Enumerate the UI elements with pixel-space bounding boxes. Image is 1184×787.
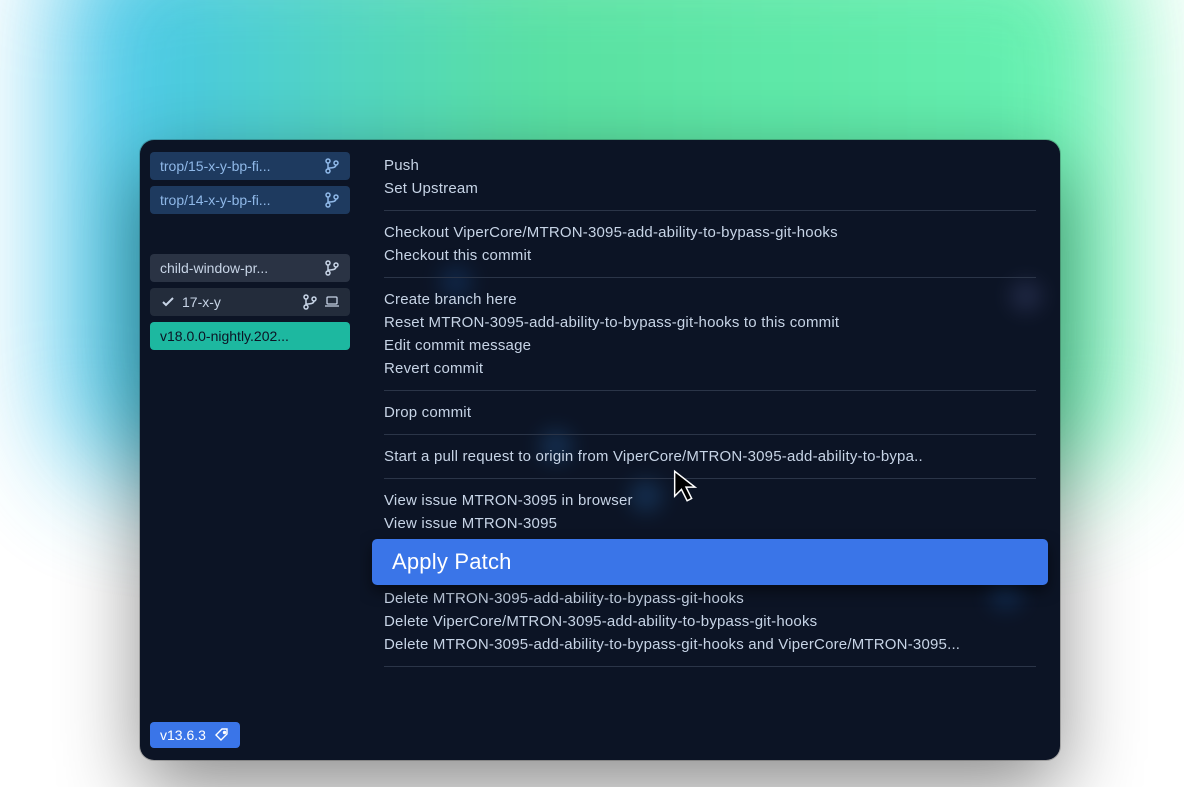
- menu-item-revert[interactable]: Revert commit: [360, 357, 1060, 380]
- menu-separator: [384, 277, 1036, 278]
- menu-item-apply-patch[interactable]: Apply Patch: [372, 539, 1048, 585]
- menu-item-create-branch[interactable]: Create branch here: [360, 288, 1060, 311]
- menu-item-delete-local[interactable]: Delete MTRON-3095-add-ability-to-bypass-…: [360, 587, 1060, 610]
- tag-icon: [214, 727, 230, 743]
- branch-badge-tag[interactable]: v18.0.0-nightly.202...: [150, 322, 350, 350]
- branch-label: child-window-pr...: [160, 260, 318, 276]
- menu-separator: [384, 390, 1036, 391]
- laptop-icon: [324, 294, 340, 310]
- branch-label: trop/14-x-y-bp-fi...: [160, 192, 318, 208]
- menu-item-delete-remote[interactable]: Delete ViperCore/MTRON-3095-add-ability-…: [360, 610, 1060, 633]
- branch-badge[interactable]: trop/14-x-y-bp-fi...: [150, 186, 350, 214]
- branch-label: trop/15-x-y-bp-fi...: [160, 158, 318, 174]
- menu-item-delete-both[interactable]: Delete MTRON-3095-add-ability-to-bypass-…: [360, 633, 1060, 656]
- version-label: v13.6.3: [160, 727, 206, 743]
- git-branch-icon: [324, 260, 340, 276]
- menu-item-checkout-remote[interactable]: Checkout ViperCore/MTRON-3095-add-abilit…: [360, 221, 1060, 244]
- branch-badge[interactable]: trop/15-x-y-bp-fi...: [150, 152, 350, 180]
- menu-item-push[interactable]: Push: [360, 154, 1060, 177]
- menu-item-set-upstream[interactable]: Set Upstream: [360, 177, 1060, 200]
- menu-item-drop-commit[interactable]: Drop commit: [360, 401, 1060, 424]
- menu-separator: [384, 434, 1036, 435]
- menu-separator: [384, 666, 1036, 667]
- menu-item-start-pr[interactable]: Start a pull request to origin from Vipe…: [360, 445, 1060, 468]
- check-icon: [160, 294, 176, 310]
- git-branch-icon: [324, 192, 340, 208]
- spacer: [150, 220, 350, 248]
- app-window: trop/15-x-y-bp-fi... trop/14-x-y-bp-fi..…: [140, 140, 1060, 760]
- menu-item-reset[interactable]: Reset MTRON-3095-add-ability-to-bypass-g…: [360, 311, 1060, 334]
- sidebar: trop/15-x-y-bp-fi... trop/14-x-y-bp-fi..…: [140, 140, 360, 760]
- menu-item-view-issue[interactable]: View issue MTRON-3095: [360, 512, 1060, 535]
- menu-item-view-issue-browser[interactable]: View issue MTRON-3095 in browser: [360, 489, 1060, 512]
- branch-badge-current[interactable]: 17-x-y: [150, 288, 350, 316]
- context-menu: Push Set Upstream Checkout ViperCore/MTR…: [360, 140, 1060, 760]
- menu-separator: [384, 478, 1036, 479]
- menu-item-edit-commit[interactable]: Edit commit message: [360, 334, 1060, 357]
- branch-label: 17-x-y: [182, 294, 296, 310]
- menu-separator: [384, 210, 1036, 211]
- menu-item-checkout-commit[interactable]: Checkout this commit: [360, 244, 1060, 267]
- branch-label: v18.0.0-nightly.202...: [160, 328, 340, 344]
- git-branch-icon: [324, 158, 340, 174]
- branch-badge[interactable]: child-window-pr...: [150, 254, 350, 282]
- git-branch-icon: [302, 294, 318, 310]
- version-badge[interactable]: v13.6.3: [150, 722, 240, 748]
